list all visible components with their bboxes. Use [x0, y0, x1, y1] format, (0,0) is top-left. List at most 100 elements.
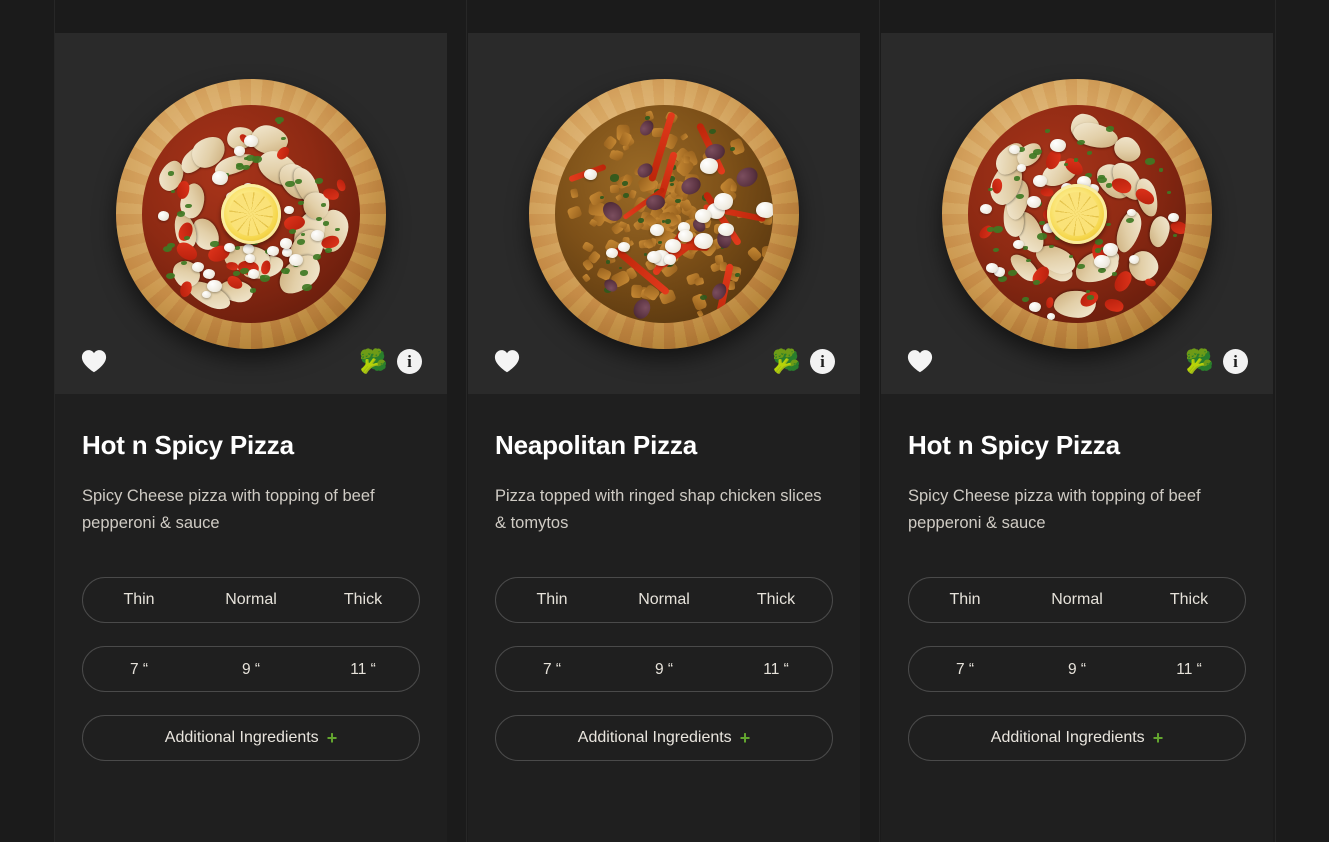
topping-vegetable [615, 194, 624, 202]
topping-cheese [756, 202, 773, 219]
topping-herb [259, 274, 270, 282]
topping-herb [621, 180, 628, 186]
topping-herb [299, 270, 308, 276]
topping-herb [1008, 269, 1017, 276]
size-option-0[interactable]: 7 “ [83, 662, 195, 678]
topping-cheese [234, 146, 245, 156]
size-option-group[interactable]: 7 “9 “11 “ [82, 646, 420, 693]
crust-option-0[interactable]: Thin [909, 592, 1021, 608]
crust-option-group[interactable]: Thin Normal Thick [495, 577, 833, 624]
topping-herb [658, 240, 662, 244]
topping-cheese [1028, 301, 1041, 312]
topping-cheese [267, 246, 279, 256]
topping-vegetable [746, 246, 763, 263]
crust-option-group[interactable]: Thin Normal Thick [908, 577, 1246, 624]
info-icon[interactable]: i [1223, 348, 1248, 374]
crust-option-2[interactable]: Thick [307, 592, 419, 608]
pizza-toppings [142, 105, 360, 323]
additional-ingredients-button[interactable]: Additional Ingredients + [908, 715, 1246, 762]
size-option-1[interactable]: 9 “ [1021, 662, 1133, 678]
topping-herb [1145, 158, 1155, 165]
topping-cheese [664, 254, 677, 265]
topping-herb [320, 203, 326, 207]
size-option-0[interactable]: 7 “ [496, 662, 608, 678]
topping-herb [993, 226, 1004, 234]
pizza-card: 🥦 i Neapolitan Pizza Pizza topped with r… [468, 33, 860, 842]
topping-pepper [991, 178, 1002, 194]
additional-ingredients-button[interactable]: Additional Ingredients + [82, 715, 420, 762]
topping-cheese [979, 203, 992, 214]
topping-cheese [311, 229, 325, 241]
topping-cheese [244, 254, 255, 263]
topping-herb [314, 178, 324, 185]
pizza-card: 🥦 i Hot n Spicy Pizza Spicy Cheese pizza… [881, 33, 1273, 842]
pizza-card: 🥦 i Hot n Spicy Pizza Spicy Cheese pizza… [55, 33, 447, 842]
size-option-group[interactable]: 7 “9 “11 “ [908, 646, 1246, 693]
plus-icon[interactable]: + [740, 729, 751, 747]
topping-herb [1069, 254, 1074, 258]
pizza-card-body: Hot n Spicy Pizza Spicy Cheese pizza wit… [55, 394, 447, 842]
size-option-group[interactable]: 7 “9 “11 “ [495, 646, 833, 693]
additional-ingredients-label: Additional Ingredients [164, 729, 319, 747]
topping-vegetable [610, 184, 620, 193]
topping-vegetable [680, 132, 689, 141]
plus-icon[interactable]: + [327, 729, 338, 747]
size-option-2[interactable]: 11 “ [720, 662, 832, 678]
crust-option-1[interactable]: Normal [608, 592, 720, 608]
topping-herb [210, 241, 219, 247]
crust-option-group[interactable]: Thin Normal Thick [82, 577, 420, 624]
topping-herb [1166, 191, 1172, 195]
pizza-card-grid: 🥦 i Hot n Spicy Pizza Spicy Cheese pizza… [55, 33, 1274, 842]
topping-cheese [1050, 138, 1066, 153]
size-option-1[interactable]: 9 “ [195, 662, 307, 678]
topping-herb [619, 266, 623, 270]
topping-cheese [283, 205, 295, 215]
crust-option-0[interactable]: Thin [496, 592, 608, 608]
topping-herb [312, 253, 321, 260]
topping-cheese [191, 261, 205, 273]
heart-icon[interactable] [907, 349, 933, 373]
topping-herb [249, 288, 257, 293]
crust-option-0[interactable]: Thin [83, 592, 195, 608]
crust-option-2[interactable]: Thick [720, 592, 832, 608]
topping-cheese [157, 211, 169, 221]
crust-option-1[interactable]: Normal [195, 592, 307, 608]
topping-lemon-slice [1047, 184, 1107, 244]
topping-herb [1094, 248, 1101, 253]
size-option-0[interactable]: 7 “ [909, 662, 1021, 678]
topping-herb [298, 201, 304, 205]
pizza-image-area: 🥦 i [468, 33, 860, 394]
info-icon[interactable]: i [397, 348, 422, 374]
size-option-2[interactable]: 11 “ [1133, 662, 1245, 678]
info-icon[interactable]: i [810, 348, 835, 374]
topping-herb [1049, 244, 1054, 248]
topping-herb [1112, 272, 1117, 276]
topping-vegetable [566, 205, 584, 220]
topping-cheese [1128, 255, 1139, 264]
topping-herb [1077, 264, 1085, 270]
plus-icon[interactable]: + [1153, 729, 1164, 747]
topping-vegetable [570, 188, 580, 199]
topping-vegetable [730, 184, 738, 192]
topping-cheese [606, 248, 619, 259]
media-icon-row: 🥦 i [468, 328, 860, 394]
heart-icon[interactable] [494, 349, 520, 373]
topping-pepper [1143, 277, 1156, 288]
column-divider [1275, 0, 1276, 842]
crust-option-2[interactable]: Thick [1133, 592, 1245, 608]
topping-cheese [677, 229, 693, 243]
topping-herb [280, 136, 286, 140]
topping-cheese [1046, 313, 1056, 321]
size-option-1[interactable]: 9 “ [608, 662, 720, 678]
topping-chicken [1070, 118, 1120, 152]
media-icon-row: 🥦 i [55, 328, 447, 394]
topping-herb [1025, 258, 1031, 263]
topping-herb [1172, 234, 1177, 238]
heart-icon[interactable] [81, 349, 107, 373]
topping-herb [1077, 139, 1085, 146]
additional-ingredients-button[interactable]: Additional Ingredients + [495, 715, 833, 762]
topping-olive [732, 163, 762, 192]
crust-option-1[interactable]: Normal [1021, 592, 1133, 608]
size-option-2[interactable]: 11 “ [307, 662, 419, 678]
pizza-image [116, 79, 386, 349]
